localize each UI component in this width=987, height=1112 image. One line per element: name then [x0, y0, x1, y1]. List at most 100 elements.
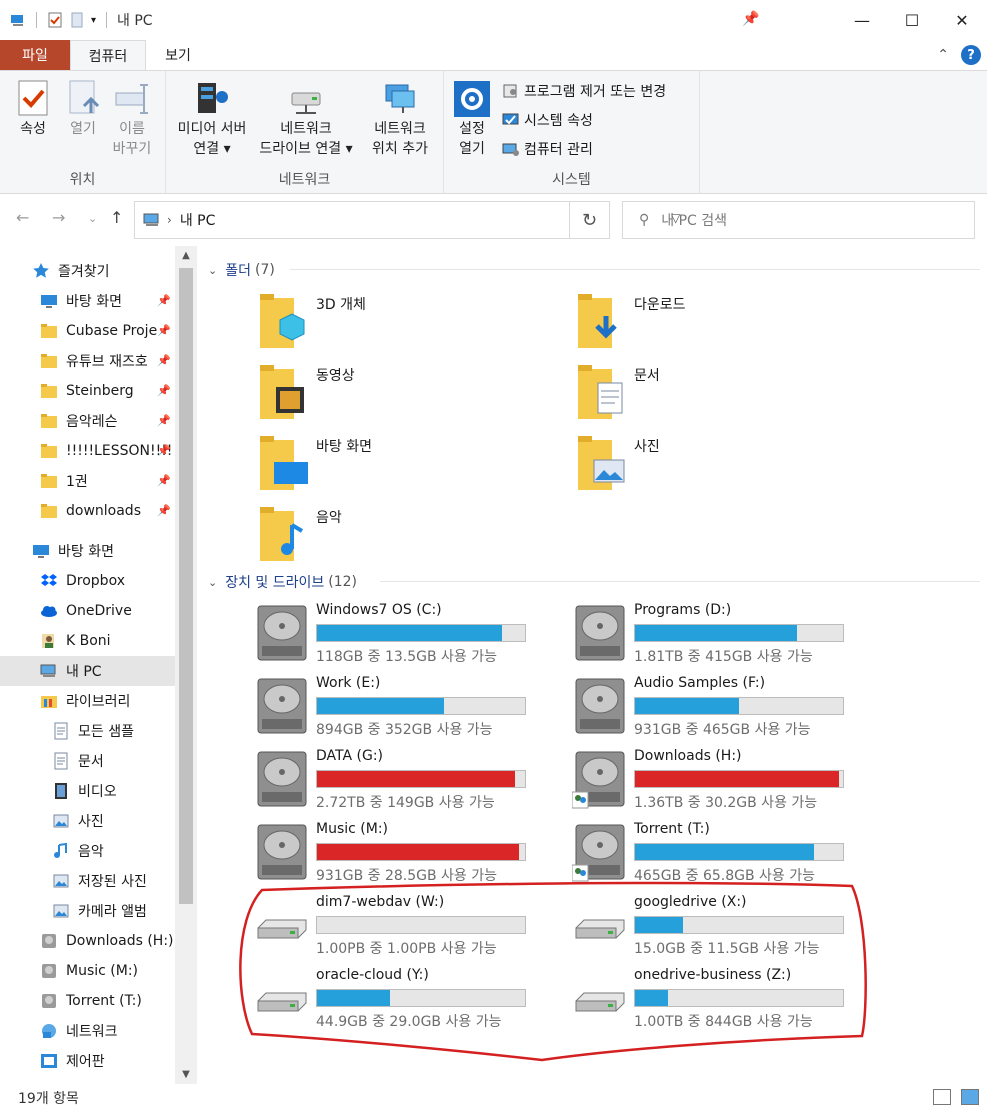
sidebar-item[interactable]: Downloads (H:) [0, 926, 175, 956]
sidebar-item[interactable]: Torrent (T:) [0, 986, 175, 1016]
media-server-button[interactable]: 미디어 서버 연결 ▾ [170, 79, 254, 159]
address-bar[interactable]: › 내 PC ▽ [134, 201, 680, 239]
folder-item[interactable]: 음악 [258, 503, 558, 573]
group-label: 위치 [69, 172, 96, 188]
sidebar-item[interactable]: Steinberg 📌 [0, 376, 175, 406]
uninstall-program-button[interactable]: 프로그램 제거 또는 변경 [502, 81, 666, 101]
folder-item[interactable]: 바탕 화면 [258, 432, 558, 502]
sidebar-item[interactable]: Dropbox [0, 566, 175, 596]
folder-item[interactable]: 사진 [576, 432, 876, 502]
sidebar-item[interactable]: Music (M:) [0, 956, 175, 986]
customize-toolbar-chevron-icon[interactable]: ▾ [91, 15, 96, 26]
rename-button[interactable]: 이름 바꾸기 [108, 79, 156, 159]
scroll-up-icon[interactable]: ▲ [175, 250, 197, 261]
folder-item[interactable]: 문서 [576, 361, 876, 431]
sidebar-scrollbar[interactable]: ▲ ▼ [175, 246, 197, 1084]
desktop-icon [40, 292, 58, 310]
sidebar-item[interactable]: 모든 샘플 [0, 716, 175, 746]
drive-item[interactable]: DATA (G:) 2.72TB 중 149GB 사용 가능 [254, 748, 564, 814]
close-button[interactable]: ✕ [937, 0, 987, 40]
folder-name: 바탕 화면 [316, 439, 372, 455]
drive-item[interactable]: Torrent (T:) 465GB 중 65.8GB 사용 가능 [572, 821, 882, 887]
new-folder-icon[interactable] [69, 12, 85, 28]
drive-item[interactable]: Programs (D:) 1.81TB 중 415GB 사용 가능 [572, 602, 882, 668]
scroll-down-icon[interactable]: ▼ [175, 1069, 197, 1080]
open-settings-button[interactable]: 설정 열기 [450, 79, 494, 159]
collapse-chevron-icon[interactable]: ⌄ [208, 576, 217, 589]
sidebar-item[interactable]: Cubase Proje 📌 [0, 316, 175, 346]
folder-item[interactable]: 동영상 [258, 361, 558, 431]
videos-icon [260, 365, 304, 419]
sidebar-item-label: Steinberg [66, 383, 134, 399]
sidebar-item[interactable]: 문서 [0, 746, 175, 776]
folder-item[interactable]: 다운로드 [576, 290, 876, 360]
recent-locations-chevron-icon[interactable]: ⌄ [88, 212, 97, 225]
sidebar-item[interactable]: 라이브러리 [0, 686, 175, 716]
tab-file[interactable]: 파일 [0, 40, 70, 70]
drive-usage-fill [317, 990, 390, 1006]
drives-section-header[interactable]: ⌄ 장치 및 드라이브 (12) [208, 572, 357, 592]
collapse-ribbon-chevron-icon[interactable]: ⌃ [937, 47, 949, 63]
sidebar-item[interactable]: 유튜브 재즈호 📌 [0, 346, 175, 376]
minimize-button[interactable]: — [837, 0, 887, 40]
drive-item[interactable]: Audio Samples (F:) 931GB 중 465GB 사용 가능 [572, 675, 882, 741]
tab-computer[interactable]: 컴퓨터 [70, 40, 146, 70]
sidebar-item[interactable]: OneDrive [0, 596, 175, 626]
open-button[interactable]: 열기 [62, 79, 104, 139]
drive-item[interactable]: Music (M:) 931GB 중 28.5GB 사용 가능 [254, 821, 564, 887]
properties-icon[interactable] [47, 12, 63, 28]
help-icon[interactable]: ? [961, 45, 981, 65]
sidebar-item[interactable]: 1권 📌 [0, 466, 175, 496]
sidebar-item[interactable]: K Boni [0, 626, 175, 656]
computer-management-button[interactable]: 컴퓨터 관리 [502, 139, 593, 159]
system-properties-button[interactable]: 시스템 속성 [502, 110, 593, 130]
sidebar-item[interactable]: !!!!!LESSON!!!! 📌 [0, 436, 175, 466]
sidebar-item[interactable]: 음악레슨 📌 [0, 406, 175, 436]
sidebar-item[interactable]: 제어판 [0, 1046, 175, 1076]
sidebar-item[interactable]: 사진 [0, 806, 175, 836]
add-network-location-button[interactable]: 네트워크 위치 추가 [362, 79, 438, 159]
collapse-chevron-icon[interactable]: ⌄ [208, 264, 217, 277]
sidebar-item[interactable]: 내 PC [0, 656, 175, 686]
sidebar-item-label: downloads [66, 503, 141, 519]
drive-item[interactable]: Downloads (H:) 1.36TB 중 30.2GB 사용 가능 [572, 748, 882, 814]
drive-name: Programs (D:) [634, 602, 732, 618]
tab-view[interactable]: 보기 [146, 40, 210, 70]
sidebar-item[interactable]: 카메라 앨범 [0, 896, 175, 926]
sidebar-item-label: 음악 [78, 844, 104, 860]
drive-item[interactable]: onedrive-business (Z:) 1.00TB 중 844GB 사용 … [572, 967, 882, 1033]
search-input[interactable]: ⚲ 내 PC 검색 [622, 201, 975, 239]
sidebar-item[interactable]: 바탕 화면 📌 [0, 286, 175, 316]
sidebar-item[interactable]: 비디오 [0, 776, 175, 806]
up-arrow-icon[interactable]: ↑ [110, 208, 123, 227]
address-path[interactable]: 내 PC [180, 210, 216, 230]
refresh-button[interactable]: ↻ [570, 201, 610, 239]
back-arrow-icon[interactable]: ← [16, 208, 29, 227]
scrollbar-thumb[interactable] [179, 268, 193, 904]
large-icons-view-icon[interactable] [961, 1089, 979, 1105]
drive-item[interactable]: googledrive (X:) 15.0GB 중 11.5GB 사용 가능 [572, 894, 882, 960]
drive-item[interactable]: Work (E:) 894GB 중 352GB 사용 가능 [254, 675, 564, 741]
drive-usage-bar [634, 697, 844, 715]
forward-arrow-icon[interactable]: → [52, 208, 65, 227]
pin-icon: 📌 [157, 414, 171, 427]
maximize-button[interactable]: ☐ [887, 0, 937, 40]
drive-space-info: 1.81TB 중 415GB 사용 가능 [634, 649, 813, 665]
sidebar-item[interactable]: 네트워크 [0, 1016, 175, 1046]
drive-item[interactable]: dim7-webdav (W:) 1.00PB 중 1.00PB 사용 가능 [254, 894, 564, 960]
drive-item[interactable]: Windows7 OS (C:) 118GB 중 13.5GB 사용 가능 [254, 602, 564, 668]
properties-button[interactable]: 속성 [12, 79, 54, 139]
sidebar-item[interactable]: 음악 [0, 836, 175, 866]
folder-item[interactable]: 3D 개체 [258, 290, 558, 360]
sidebar-item[interactable]: downloads 📌 [0, 496, 175, 526]
breadcrumb-chevron-icon[interactable]: › [167, 213, 172, 227]
pin-icon[interactable]: 📌 [742, 11, 759, 27]
sidebar-item[interactable]: 바탕 화면 [0, 536, 175, 566]
drive-usage-bar [316, 843, 526, 861]
sidebar-item[interactable]: 저장된 사진 [0, 866, 175, 896]
details-view-icon[interactable] [933, 1089, 951, 1105]
map-network-drive-button[interactable]: 네트워크 드라이브 연결 ▾ [258, 79, 354, 159]
drive-item[interactable]: oracle-cloud (Y:) 44.9GB 중 29.0GB 사용 가능 [254, 967, 564, 1033]
sidebar-item[interactable]: 즐겨찾기 [0, 256, 175, 286]
folders-section-header[interactable]: ⌄ 폴더 (7) [208, 260, 275, 280]
